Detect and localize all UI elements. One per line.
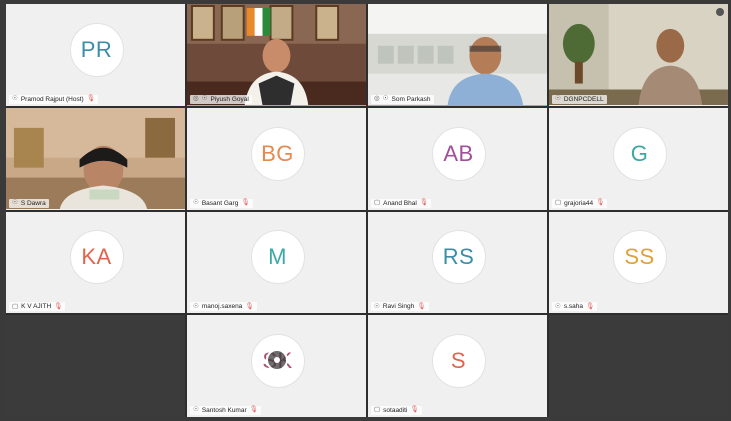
participant-tile[interactable]: G ▢ grajoria44 🎙 <box>549 107 728 210</box>
participant-name: s.saha <box>563 303 583 311</box>
participant-tile-video[interactable]: ☉ S Dawra <box>6 107 185 210</box>
speaker-icon: ◎ <box>374 95 380 102</box>
participant-tile[interactable]: BG ☉ Basant Garg 🎙 <box>187 107 366 210</box>
participant-name: Ravi Singh <box>382 303 415 311</box>
pin-icon[interactable]: ☉ <box>193 303 199 311</box>
participant-name: manoj.saxena <box>201 303 243 311</box>
participant-label: ☉ DGNPCDELL <box>552 94 607 104</box>
pin-icon[interactable]: ☉ <box>12 199 18 207</box>
participant-label: ☉ Ravi Singh 🎙 <box>371 302 429 312</box>
mic-muted-icon: 🎙 <box>410 406 419 414</box>
avatar: M <box>250 230 305 285</box>
pin-icon[interactable]: ☉ <box>374 303 380 311</box>
pin-icon[interactable]: ☉ <box>555 303 561 311</box>
video-feed <box>368 4 547 106</box>
participant-tile[interactable]: AB ▢ Anand Bhal 🎙 <box>368 107 547 210</box>
pin-icon[interactable]: ☉ <box>383 95 389 103</box>
participant-tile[interactable]: M ☉ manoj.saxena 🎙 <box>187 211 366 314</box>
avatar: G <box>612 126 667 181</box>
participant-label: ☉ S Dawra <box>9 198 49 208</box>
participant-name: Piyush Goyal <box>210 95 249 103</box>
loading-spinner-icon <box>265 349 288 372</box>
participant-tile[interactable]: SS ☉ s.saha 🎙 <box>549 211 728 314</box>
video-feed <box>549 4 728 106</box>
empty-tile <box>6 315 185 417</box>
mic-muted-icon: 🎙 <box>86 95 95 102</box>
screen-icon: ▢ <box>374 198 381 206</box>
mic-muted-icon: 🎙 <box>249 406 258 414</box>
participant-tile[interactable]: KA ▢ K V AJITH 🎙 <box>6 211 185 314</box>
avatar: PR <box>69 22 124 77</box>
status-icon <box>716 8 724 16</box>
participant-label: ☉ Pramod Rajput (Host) 🎙 <box>9 94 98 104</box>
participant-name: Basant Garg <box>201 199 239 207</box>
participant-name: Anand Bhal <box>383 199 417 207</box>
pin-icon[interactable]: ☉ <box>12 95 18 103</box>
avatar: KA <box>69 230 124 285</box>
avatar: AB <box>431 126 486 181</box>
participant-label: ☉ Basant Garg 🎙 <box>190 198 253 208</box>
participant-label: ▢ sotaaditi 🎙 <box>371 406 422 415</box>
speaker-icon: ◎ <box>193 95 199 102</box>
screen-icon: ▢ <box>12 302 19 310</box>
participant-label: ☉ Santosh Kumar 🎙 <box>190 406 261 415</box>
mic-muted-icon: 🎙 <box>419 198 429 206</box>
participant-tile[interactable]: SK ☉ Santosh Kumar 🎙 <box>187 315 366 417</box>
mic-muted-icon: 🎙 <box>596 198 605 206</box>
pin-icon[interactable]: ☉ <box>555 95 561 103</box>
screen-icon: ▢ <box>374 406 381 414</box>
empty-tile <box>549 315 728 417</box>
video-feed <box>6 107 185 210</box>
avatar: BG <box>250 126 305 181</box>
participant-tile[interactable]: S ▢ sotaaditi 🎙 <box>368 315 547 417</box>
mic-muted-icon: 🎙 <box>417 302 426 310</box>
participant-label: ◎ ☉ Piyush Goyal <box>190 94 252 104</box>
participant-tile[interactable]: RS ☉ Ravi Singh 🎙 <box>368 211 547 314</box>
participant-label: ☉ s.saha 🎙 <box>552 302 598 312</box>
video-feed <box>187 4 366 106</box>
participant-name: S Dawra <box>20 199 46 207</box>
participant-name: K V AJITH <box>21 303 52 311</box>
participant-grid: PR ☉ Pramod Rajput (Host) 🎙 ◎ ☉ Piyush G <box>6 4 728 417</box>
pin-icon[interactable]: ☉ <box>202 95 208 103</box>
avatar: RS <box>431 230 486 285</box>
participant-name: Pramod Rajput (Host) <box>20 95 84 103</box>
participant-name: Santosh Kumar <box>201 407 247 414</box>
avatar: SS <box>612 230 667 285</box>
pin-icon[interactable]: ☉ <box>193 199 199 207</box>
participant-name: grajoria44 <box>564 199 594 207</box>
mic-muted-icon: 🎙 <box>245 302 254 310</box>
avatar: S <box>431 334 486 389</box>
participant-tile-video[interactable]: ◎ ☉ Som Parkash <box>368 4 547 106</box>
participant-label: ▢ grajoria44 🎙 <box>552 198 608 208</box>
participant-tile[interactable]: PR ☉ Pramod Rajput (Host) 🎙 <box>6 4 185 106</box>
participant-label: ▢ K V AJITH 🎙 <box>9 302 66 312</box>
mic-muted-icon: 🎙 <box>54 302 63 310</box>
participant-name: Som Parkash <box>391 95 431 103</box>
pin-icon[interactable]: ☉ <box>193 407 199 414</box>
participant-label: ☉ manoj.saxena 🎙 <box>190 302 257 312</box>
participant-name: DGNPCDELL <box>563 95 604 103</box>
mic-muted-icon: 🎙 <box>241 198 250 206</box>
participant-label: ▢ Anand Bhal 🎙 <box>371 198 432 208</box>
participant-label: ◎ ☉ Som Parkash <box>371 94 434 104</box>
screen-icon: ▢ <box>555 198 562 206</box>
participant-tile-video[interactable]: ☉ DGNPCDELL <box>549 4 728 106</box>
mic-muted-icon: 🎙 <box>585 302 595 310</box>
participant-tile-video[interactable]: ◎ ☉ Piyush Goyal <box>187 4 366 106</box>
participant-name: sotaaditi <box>383 407 408 414</box>
